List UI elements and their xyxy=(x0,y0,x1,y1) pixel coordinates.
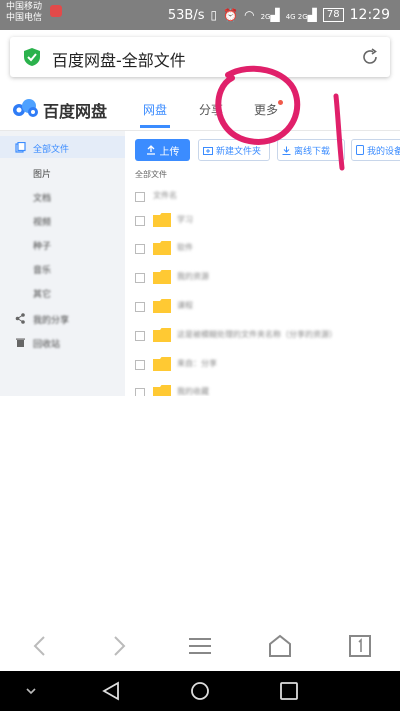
more-notification-dot xyxy=(278,100,283,105)
status-bar: 中国移动 中国电信 53B/s ▯ ⏰ ◠ 2G▟ 4G 2G▟ 78 12:2… xyxy=(0,0,400,30)
alarm-icon: ⏰ xyxy=(223,8,239,22)
folder-icon xyxy=(153,357,171,371)
battery-icon: 78 xyxy=(322,8,344,22)
clock: 12:29 xyxy=(349,7,390,23)
new-folder-icon xyxy=(203,146,213,155)
home-icon[interactable] xyxy=(266,632,294,660)
table-row[interactable]: 我的收藏 xyxy=(135,383,400,396)
sidebar-item-recycle-bin[interactable]: 回收站 xyxy=(33,337,60,350)
nav-recents-icon[interactable] xyxy=(278,680,300,702)
network-speed: 53B/s xyxy=(167,7,205,23)
row-checkbox[interactable] xyxy=(135,331,145,341)
reload-icon[interactable] xyxy=(360,47,380,67)
sidebar-item-docs[interactable]: 文档 xyxy=(33,191,51,204)
file-name: 这是被模糊处理的文件夹名称（分享的资源） xyxy=(177,330,337,339)
sidebar-item-images[interactable]: 图片 xyxy=(33,167,51,180)
upload-button[interactable]: 上传 xyxy=(135,139,190,161)
browser-bottom-toolbar xyxy=(0,622,400,670)
upload-icon xyxy=(146,145,155,155)
folder-icon xyxy=(153,270,171,284)
status-indicators: 53B/s ▯ ⏰ ◠ 2G▟ 4G 2G▟ 78 12:29 xyxy=(168,5,390,25)
tab-more[interactable]: 更多 xyxy=(254,101,278,118)
notification-app-icon xyxy=(50,5,62,17)
row-checkbox[interactable] xyxy=(135,388,145,396)
table-row[interactable]: 课程 xyxy=(135,297,400,317)
file-name: 来自：分享 xyxy=(177,359,217,368)
file-name: 软件 xyxy=(177,243,193,252)
folder-icon xyxy=(153,328,171,342)
row-checkbox[interactable] xyxy=(135,302,145,312)
nav-home-icon[interactable] xyxy=(189,680,211,702)
download-icon xyxy=(282,146,291,155)
network-1-label: 2G xyxy=(260,13,271,21)
file-name: 我的资源 xyxy=(177,272,209,281)
nav-back-icon[interactable] xyxy=(100,680,122,702)
wifi-icon: ◠ xyxy=(244,8,255,22)
baidu-pan-logo-icon xyxy=(13,99,38,117)
carrier-labels: 中国移动 中国电信 xyxy=(6,2,42,24)
device-icon xyxy=(356,145,364,155)
tab-share[interactable]: 分享 xyxy=(199,101,223,118)
signal-2-icon: 4G 2G▟ xyxy=(285,8,317,22)
tab-netdisk[interactable]: 网盘 xyxy=(143,101,167,118)
file-name: 课程 xyxy=(177,301,193,310)
my-device-label: 我的设备 xyxy=(366,146,400,157)
file-name: 我的收藏 xyxy=(177,387,209,396)
menu-icon[interactable] xyxy=(186,632,214,660)
row-checkbox[interactable] xyxy=(135,360,145,370)
sidebar-item-my-shares[interactable]: 我的分享 xyxy=(33,313,69,326)
upload-label: 上传 xyxy=(159,146,180,158)
sidebar-item-torrents[interactable]: 种子 xyxy=(33,239,51,252)
table-row[interactable]: 这是被模糊处理的文件夹名称（分享的资源） xyxy=(135,326,400,346)
select-all-checkbox[interactable] xyxy=(135,192,145,202)
file-browser-main: 上传 新建文件夹 离线下载 我的设备 全部文件 文件名 学习 软件 我的资源 课… xyxy=(125,131,400,396)
new-folder-button[interactable]: 新建文件夹 xyxy=(198,139,270,161)
sidebar-item-music[interactable]: 音乐 xyxy=(33,263,51,276)
folder-icon xyxy=(153,213,171,227)
browser-top-bar: 百度网盘-全部文件 xyxy=(0,30,400,85)
folder-icon xyxy=(153,299,171,313)
recycle-bin-icon xyxy=(16,338,25,347)
page-title: 百度网盘-全部文件 xyxy=(52,51,186,70)
all-files-icon xyxy=(15,142,26,153)
table-row[interactable]: 来自：分享 xyxy=(135,355,400,375)
share-icon xyxy=(15,313,25,324)
secure-shield-icon xyxy=(24,48,40,66)
forward-icon[interactable] xyxy=(105,632,133,660)
network-2-label: 4G 2G xyxy=(285,13,308,21)
folder-icon xyxy=(153,241,171,255)
logo-text: 百度网盘 xyxy=(43,102,108,121)
folder-icon xyxy=(153,385,171,396)
new-folder-label: 新建文件夹 xyxy=(216,146,262,157)
battery-level: 78 xyxy=(326,9,340,20)
address-bar[interactable]: 百度网盘-全部文件 xyxy=(10,37,390,77)
tabs-count-icon[interactable] xyxy=(346,632,374,660)
offline-download-label: 离线下载 xyxy=(294,146,331,157)
back-icon[interactable] xyxy=(26,632,54,660)
row-checkbox[interactable] xyxy=(135,244,145,254)
row-checkbox[interactable] xyxy=(135,216,145,226)
baidu-pan-header: 百度网盘 网盘 分享 更多 xyxy=(0,85,400,131)
sidebar-item-other[interactable]: 其它 xyxy=(33,287,51,300)
android-navigation-bar xyxy=(0,671,400,711)
sidebar: 全部文件 图片 文档 视频 种子 音乐 其它 我的分享 回收站 xyxy=(0,131,125,396)
offline-download-button[interactable]: 离线下载 xyxy=(277,139,345,161)
hide-keyboard-icon[interactable] xyxy=(24,686,38,696)
carrier-2: 中国电信 xyxy=(6,13,43,23)
vibrate-icon: ▯ xyxy=(210,8,218,22)
sidebar-item-videos[interactable]: 视频 xyxy=(33,215,51,228)
file-list-header: 文件名 xyxy=(135,187,400,207)
table-row[interactable]: 软件 xyxy=(135,239,400,259)
table-row[interactable]: 学习 xyxy=(135,211,400,231)
active-tab-indicator xyxy=(140,125,170,128)
file-name: 学习 xyxy=(177,215,193,224)
row-checkbox[interactable] xyxy=(135,273,145,283)
sidebar-item-all-files[interactable]: 全部文件 xyxy=(33,142,69,155)
breadcrumb: 全部文件 xyxy=(135,170,167,179)
column-filename: 文件名 xyxy=(153,191,177,200)
signal-1-icon: 2G▟ xyxy=(260,8,280,22)
carrier-1: 中国移动 xyxy=(6,2,43,12)
table-row[interactable]: 我的资源 xyxy=(135,268,400,288)
my-device-button[interactable]: 我的设备 xyxy=(351,139,400,161)
